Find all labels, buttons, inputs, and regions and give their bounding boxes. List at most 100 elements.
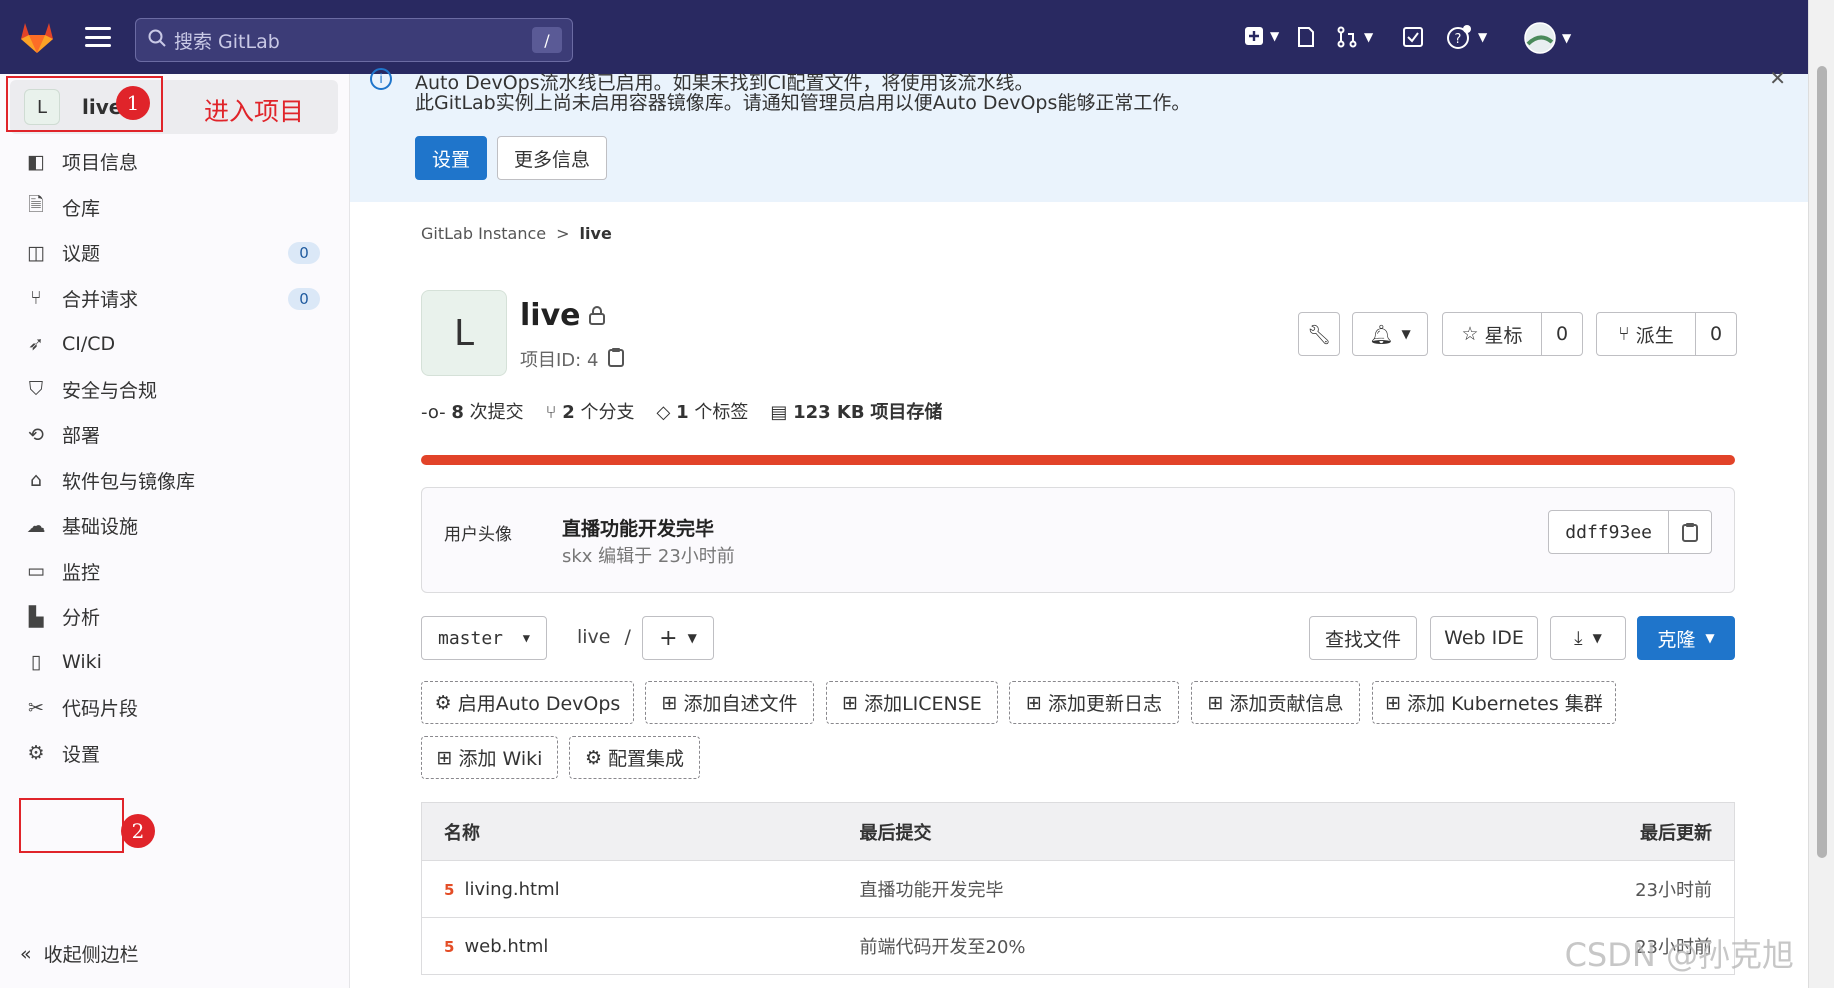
help-icon[interactable]: ? ▼ bbox=[1446, 24, 1487, 50]
search-input[interactable]: 搜索 GitLab / bbox=[135, 18, 573, 62]
settings-wrench-button[interactable]: 🔧︎ bbox=[1298, 312, 1340, 356]
tags-stat[interactable]: ◇ 1 个标签 bbox=[656, 398, 748, 424]
commit-message[interactable]: 直播功能开发完毕 bbox=[562, 514, 714, 541]
sidebar-item-label: 安全与合规 bbox=[62, 379, 158, 402]
sidebar-item-label: CI/CD bbox=[62, 332, 116, 355]
sidebar-item-issues[interactable]: ◫ 议题 0 bbox=[0, 230, 350, 276]
sidebar-item-packages[interactable]: ⌂ 软件包与镜像库 bbox=[0, 458, 350, 504]
add-wiki-button[interactable]: ⊞ 添加 Wiki bbox=[421, 736, 558, 779]
fork-button[interactable]: ⑂ 派生 bbox=[1596, 312, 1696, 356]
breadcrumb-current[interactable]: live bbox=[580, 224, 612, 243]
sidebar-item-security[interactable]: ⛉ 安全与合规 bbox=[0, 367, 350, 413]
clone-dropdown[interactable]: 克隆 ▼ bbox=[1637, 616, 1735, 660]
info-icon: ◧ bbox=[27, 150, 45, 173]
file-name-cell[interactable]: 5 web.html bbox=[421, 917, 860, 975]
annotation-badge-1: 1 bbox=[116, 86, 150, 120]
file-name[interactable]: web.html bbox=[464, 936, 548, 957]
file-name-cell[interactable]: 5 living.html bbox=[421, 860, 860, 918]
sidebar-item-analytics[interactable]: ▙ 分析 bbox=[0, 594, 350, 640]
fork-count[interactable]: 0 bbox=[1695, 312, 1737, 356]
file-name[interactable]: living.html bbox=[464, 879, 559, 900]
sidebar-item-wiki[interactable]: ▯ Wiki bbox=[0, 640, 350, 686]
annotation-badge-2: 2 bbox=[121, 814, 155, 848]
book-icon: ▯ bbox=[30, 651, 42, 674]
close-icon[interactable]: ✕ bbox=[1769, 66, 1786, 90]
column-header-last-update: 最后更新 bbox=[1459, 802, 1735, 861]
copy-sha-icon[interactable] bbox=[1669, 511, 1711, 553]
create-new-icon[interactable]: ▼ bbox=[1244, 26, 1279, 46]
sidebar-item-repository[interactable]: 🗎 仓库 bbox=[0, 185, 350, 231]
commit-sha[interactable]: ddff93ee bbox=[1549, 511, 1669, 553]
sidebar-item-merge-requests[interactable]: ⑂ 合并请求 0 bbox=[0, 276, 350, 322]
commit-meta: skx 编辑于 23小时前 bbox=[562, 546, 735, 567]
add-file-dropdown[interactable]: + ▼ bbox=[642, 616, 714, 660]
sidebar-item-settings[interactable]: ⚙ 设置 bbox=[0, 731, 350, 777]
add-contributing-button[interactable]: ⊞ 添加贡献信息 bbox=[1191, 681, 1360, 724]
configure-integrations-button[interactable]: ⚙ 配置集成 bbox=[569, 736, 700, 779]
branches-stat[interactable]: ⑂ 2 个分支 bbox=[546, 398, 635, 424]
find-file-button[interactable]: 查找文件 bbox=[1309, 616, 1417, 660]
todo-checkbox-icon[interactable] bbox=[1402, 26, 1424, 48]
commit-author-avatar: 用户头像 bbox=[444, 525, 512, 545]
merge-request-icon: ⑂ bbox=[30, 287, 42, 310]
sidebar-item-monitor[interactable]: ▭ 监控 bbox=[0, 549, 350, 595]
add-changelog-button[interactable]: ⊞ 添加更新日志 bbox=[1009, 681, 1179, 724]
sidebar-item-snippets[interactable]: ✂ 代码片段 bbox=[0, 685, 350, 731]
notification-bell-button[interactable]: 🔔︎ ▼ bbox=[1352, 312, 1428, 356]
commits-stat[interactable]: -o- 8 次提交 bbox=[421, 398, 524, 424]
copy-icon[interactable] bbox=[608, 347, 625, 372]
search-icon bbox=[148, 29, 166, 52]
menu-icon[interactable] bbox=[85, 27, 111, 47]
file-commit-cell[interactable]: 前端代码开发至20% bbox=[859, 917, 1460, 975]
sidebar-item-infrastructure[interactable]: ☁ 基础设施 bbox=[0, 503, 350, 549]
sidebar-item-label: 议题 bbox=[62, 243, 101, 266]
scrollbar-thumb[interactable] bbox=[1817, 66, 1827, 858]
download-icon: ⤓ bbox=[1574, 627, 1583, 649]
sidebar-item-project-info[interactable]: ◧ 项目信息 bbox=[0, 139, 350, 185]
user-avatar[interactable]: ▼ bbox=[1524, 22, 1571, 54]
breadcrumb-root[interactable]: GitLab Instance bbox=[421, 224, 546, 243]
gitlab-logo-icon[interactable] bbox=[17, 17, 57, 57]
lock-icon bbox=[588, 298, 606, 333]
chevron-down-icon: ▼ bbox=[1401, 327, 1411, 341]
issues-icon: ◫ bbox=[27, 241, 45, 264]
enable-auto-devops-button[interactable]: ⚙ 启用Auto DevOps bbox=[421, 681, 634, 724]
project-id: 项目ID: 4 bbox=[520, 346, 625, 372]
web-ide-button[interactable]: Web IDE bbox=[1430, 616, 1538, 660]
sidebar-item-deployments[interactable]: ⟲ 部署 bbox=[0, 412, 350, 458]
commit-sha-group: ddff93ee bbox=[1548, 510, 1712, 554]
bell-icon: 🔔︎ bbox=[1369, 323, 1394, 346]
add-license-button[interactable]: ⊞ 添加LICENSE bbox=[826, 681, 998, 724]
top-navbar: 搜索 GitLab / ▼ ▼ ? ▼ ▼ bbox=[0, 0, 1834, 74]
vertical-scrollbar[interactable] bbox=[1808, 0, 1834, 988]
download-dropdown[interactable]: ⤓ ▼ bbox=[1550, 616, 1626, 660]
wrench-icon: 🔧︎ bbox=[1306, 323, 1332, 346]
fork-icon: ⑂ bbox=[1618, 323, 1630, 345]
branch-name: master bbox=[438, 627, 504, 649]
column-header-last-commit: 最后提交 bbox=[859, 802, 1460, 861]
table-header-row: 名称 最后提交 最后更新 bbox=[421, 802, 1735, 861]
plus-icon: + bbox=[659, 625, 678, 651]
project-avatar-large: L bbox=[421, 290, 507, 376]
info-circle-icon: i bbox=[370, 68, 392, 90]
file-commit-cell[interactable]: 直播功能开发完毕 bbox=[859, 860, 1460, 918]
sidebar-nav-list: ◧ 项目信息 🗎 仓库 ◫ 议题 0 ⑂ 合并请求 0 ➶ CI/CD ⛉ 安全… bbox=[0, 139, 350, 776]
add-kubernetes-cluster-button[interactable]: ⊞ 添加 Kubernetes 集群 bbox=[1372, 681, 1616, 724]
add-readme-button[interactable]: ⊞ 添加自述文件 bbox=[645, 681, 814, 724]
star-button[interactable]: ☆ 星标 bbox=[1442, 312, 1542, 356]
merge-requests-nav-icon[interactable]: ▼ bbox=[1336, 26, 1373, 48]
table-row[interactable]: 5 living.html 直播功能开发完毕 23小时前 bbox=[421, 860, 1735, 918]
sidebar-item-cicd[interactable]: ➶ CI/CD bbox=[0, 321, 350, 367]
branch-selector[interactable]: master ▼ bbox=[421, 616, 547, 660]
star-count[interactable]: 0 bbox=[1541, 312, 1583, 356]
table-row[interactable]: 5 web.html 前端代码开发至20% 23小时前 bbox=[421, 917, 1735, 975]
storage-stat[interactable]: ▤ 123 KB 项目存储 bbox=[770, 398, 942, 424]
quick-action-label: 启用Auto DevOps bbox=[457, 693, 621, 715]
banner-more-info-button[interactable]: 更多信息 bbox=[497, 136, 607, 180]
issues-nav-icon[interactable] bbox=[1296, 26, 1316, 48]
chart-icon: ▙ bbox=[28, 605, 44, 628]
banner-settings-button[interactable]: 设置 bbox=[415, 136, 487, 180]
collapse-sidebar-button[interactable]: « 收起侧边栏 bbox=[20, 940, 139, 967]
clone-label: 克隆 bbox=[1657, 628, 1696, 651]
path-root[interactable]: live bbox=[577, 626, 611, 648]
